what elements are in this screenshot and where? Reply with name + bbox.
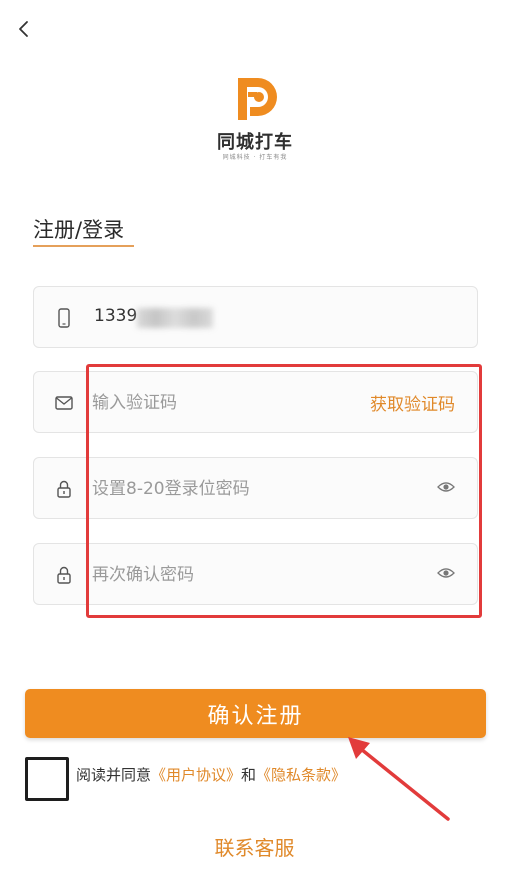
phone-value[interactable]: 1339 — [94, 306, 137, 326]
verification-code-field[interactable]: 获取验证码 — [33, 371, 478, 433]
phone-masked-digits — [137, 308, 213, 328]
password-field[interactable] — [33, 457, 478, 519]
logo-mark-icon — [238, 78, 277, 120]
eye-icon[interactable] — [437, 480, 455, 494]
lock-icon — [57, 566, 71, 584]
user-agreement-link[interactable]: 《用户协议》 — [151, 766, 241, 784]
password-input[interactable] — [92, 474, 392, 504]
get-code-button[interactable]: 获取验证码 — [370, 390, 455, 415]
phone-field[interactable]: 1339 — [33, 286, 478, 348]
confirm-password-field[interactable] — [33, 543, 478, 605]
agreement-checkbox[interactable] — [25, 757, 69, 801]
logo-name: 同城打车 — [217, 132, 293, 153]
title-underline — [33, 245, 134, 247]
confirm-password-input[interactable] — [92, 560, 392, 590]
page-title: 注册/登录 — [33, 218, 125, 242]
mail-icon — [55, 396, 73, 410]
contact-service-link[interactable]: 联系客服 — [0, 832, 509, 861]
agreement-text: 阅读并同意《用户协议》和《隐私条款》 — [76, 764, 346, 785]
verification-code-input[interactable] — [92, 388, 392, 418]
confirm-register-button[interactable]: 确认注册 — [25, 689, 486, 738]
back-chevron-icon[interactable] — [14, 18, 36, 40]
phone-icon — [58, 308, 70, 328]
agreement-prefix: 阅读并同意 — [76, 766, 152, 784]
agreement-conjunction: 和 — [241, 766, 257, 784]
app-logo: 同城打车 同城科技 · 打车有我 — [200, 72, 310, 162]
logo-tagline: 同城科技 · 打车有我 — [222, 154, 288, 161]
annotation-arrow-icon — [348, 737, 450, 821]
eye-icon[interactable] — [437, 566, 455, 580]
privacy-policy-link[interactable]: 《隐私条款》 — [256, 766, 346, 784]
lock-icon — [57, 480, 71, 498]
